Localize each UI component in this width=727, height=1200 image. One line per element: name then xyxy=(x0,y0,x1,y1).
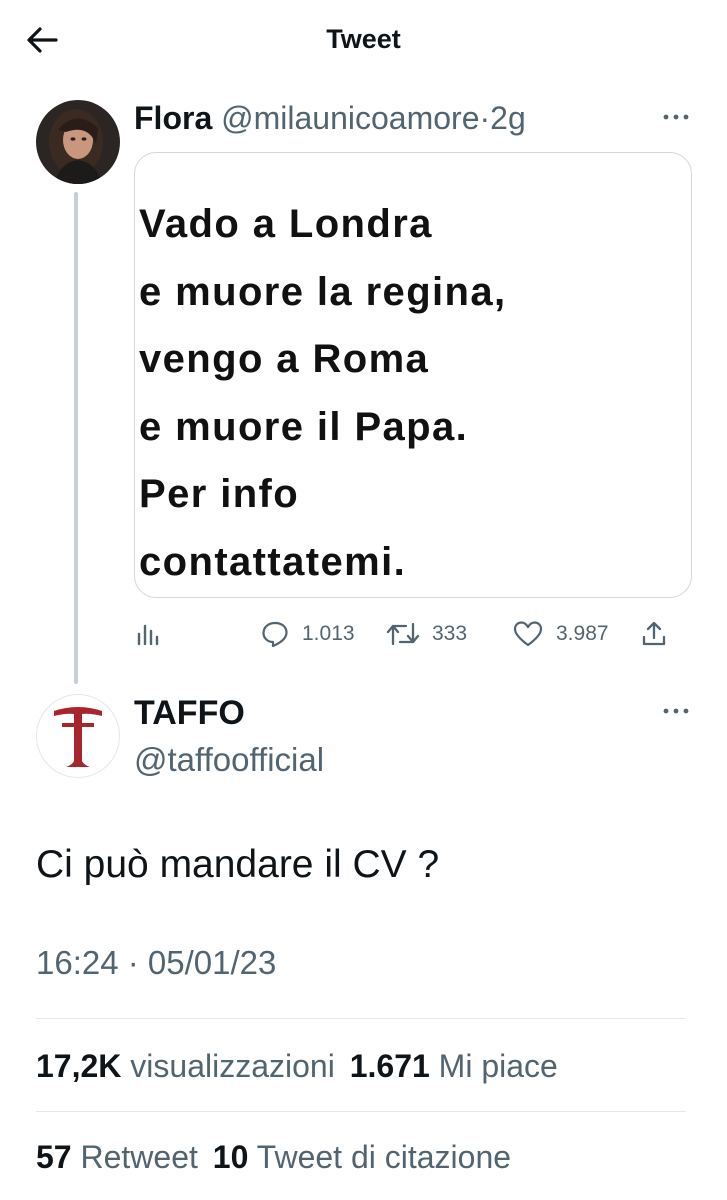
quotes-total: 10 xyxy=(212,1139,249,1175)
media-line: Vado a Londra xyxy=(139,202,433,246)
thread-connector xyxy=(74,192,78,684)
more-options-icon[interactable] xyxy=(662,112,690,122)
media-caption: Vado a Londra e muore la regina, vengo a… xyxy=(139,191,507,596)
retweet-icon xyxy=(386,622,420,646)
media-line: vengo a Roma xyxy=(139,337,430,381)
views-stat[interactable]: 17,2K visualizzazioni xyxy=(36,1048,335,1084)
like-count: 3.987 xyxy=(556,622,609,645)
quotes-label: Tweet di citazione xyxy=(256,1139,512,1175)
retweets-label: Retweet xyxy=(80,1139,198,1175)
likes-label: Mi piace xyxy=(438,1048,558,1084)
avatar-flora[interactable] xyxy=(36,100,120,184)
divider xyxy=(36,1018,686,1019)
retweet-button[interactable]: 333 xyxy=(386,617,467,651)
reply-icon xyxy=(262,621,288,648)
tweet-timestamp[interactable]: 16:24 · 05/01/23 xyxy=(36,944,276,982)
retweets-stat[interactable]: 57 Retweet xyxy=(36,1139,198,1175)
views-count: 17,2K xyxy=(36,1048,122,1084)
stats-row-2: 57 Retweet 10 Tweet di citazione xyxy=(36,1139,511,1176)
share-button[interactable] xyxy=(640,617,668,651)
likes-stat[interactable]: 1.671 Mi piace xyxy=(350,1048,558,1084)
reply-author-name[interactable]: TAFFO xyxy=(134,694,245,733)
reply-button[interactable]: 1.013 xyxy=(260,617,355,651)
dot-separator: · xyxy=(479,100,491,136)
avatar-taffo[interactable] xyxy=(36,694,120,778)
reply-author-handle[interactable]: @taffoofficial xyxy=(134,741,324,779)
divider xyxy=(36,1111,686,1112)
quotes-stat[interactable]: 10 Tweet di citazione xyxy=(213,1139,511,1175)
analytics-button[interactable] xyxy=(134,617,162,651)
heart-icon xyxy=(513,621,543,647)
author-name[interactable]: Flora xyxy=(134,100,212,136)
likes-total: 1.671 xyxy=(349,1048,430,1084)
page-title: Tweet xyxy=(326,24,401,54)
avatar-photo xyxy=(36,100,120,184)
media-line: e muore il Papa. xyxy=(139,404,469,449)
reply-text: Ci può mandare il CV ? xyxy=(36,843,440,886)
media-line: contattatemi. xyxy=(139,539,407,584)
tweet-age[interactable]: 2g xyxy=(490,100,526,136)
like-button[interactable]: 3.987 xyxy=(512,617,609,651)
stats-row-1: 17,2K visualizzazioni 1.671 Mi piace xyxy=(36,1048,558,1085)
media-line: Per info xyxy=(139,472,300,516)
media-line: e muore la regina, xyxy=(139,269,507,314)
reply-count: 1.013 xyxy=(302,622,355,645)
author-handle[interactable]: @milaunicoamore xyxy=(221,100,479,136)
tweet-media-image[interactable]: Vado a Londra e muore la regina, vengo a… xyxy=(134,152,692,598)
retweets-total: 57 xyxy=(36,1139,72,1175)
tweet-header: Flora @milaunicoamore·2g xyxy=(134,100,526,137)
analytics-icon xyxy=(137,624,159,646)
retweet-count: 333 xyxy=(432,622,468,645)
views-label: visualizzazioni xyxy=(130,1048,335,1084)
more-options-icon[interactable] xyxy=(662,706,690,716)
share-icon xyxy=(642,621,666,646)
taffo-cross-logo-icon xyxy=(54,707,102,767)
